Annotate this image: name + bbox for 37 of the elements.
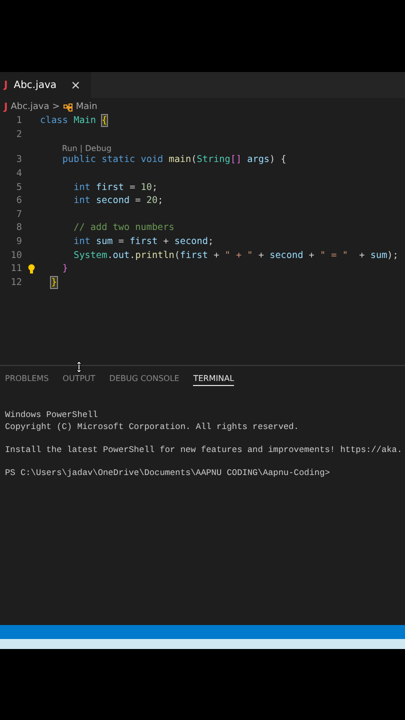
line-number: 8 bbox=[15, 222, 22, 234]
java-file-icon: J bbox=[4, 102, 8, 112]
terminal-line: Windows PowerShell bbox=[5, 410, 98, 420]
code-line: int sum = first + second; bbox=[74, 236, 214, 248]
panel-tab[interactable]: OUTPUT bbox=[62, 372, 96, 386]
line-number: 9 bbox=[15, 236, 22, 248]
terminal-line: PS C:\Users\jadav\OneDrive\Documents\AAPNU CODING\Aapnu-Coding> bbox=[5, 468, 330, 478]
lightbulb-icon[interactable] bbox=[28, 264, 34, 274]
code-line: public static void main(String[] args) { bbox=[62, 154, 286, 166]
code-line: // add two numbers bbox=[74, 222, 174, 234]
breadcrumb-symbol[interactable]: Main bbox=[76, 102, 98, 112]
line-number: 5 bbox=[15, 182, 22, 193]
breadcrumb-separator: > bbox=[52, 102, 60, 112]
line-number: 11 bbox=[10, 263, 22, 274]
line-number: 3 bbox=[15, 154, 22, 166]
code-line: int first = 10; bbox=[74, 182, 158, 193]
line-number: 4 bbox=[15, 168, 22, 180]
panel-tab[interactable]: DEBUG CONSOLE bbox=[109, 372, 180, 386]
breadcrumb-file[interactable]: Abc.java bbox=[10, 102, 50, 112]
code-line: System.out.println(first + " + " + second + " = " + sum); bbox=[74, 250, 398, 261]
code-line: } bbox=[62, 263, 68, 274]
line-number: 2 bbox=[15, 128, 22, 140]
terminal-line: Copyright (C) Microsoft Corporation. All rights reserved. bbox=[5, 422, 299, 432]
code-line: int second = 20; bbox=[74, 195, 164, 206]
resize-cursor-icon bbox=[76, 361, 82, 373]
class-symbol-icon bbox=[62, 102, 73, 112]
line-number: 6 bbox=[15, 195, 22, 206]
line-number: 7 bbox=[15, 208, 22, 220]
codelens-links[interactable]: Run | Debug bbox=[62, 144, 112, 154]
panel-tab[interactable]: TERMINAL bbox=[193, 372, 234, 386]
code-line: class Main { bbox=[40, 115, 108, 126]
terminal-line: Install the latest PowerShell for new features and improvements! https://aka. bbox=[5, 444, 402, 454]
editor-tab[interactable]: J Abc.java × bbox=[0, 72, 91, 98]
line-number: 10 bbox=[10, 250, 22, 261]
panel-tab[interactable]: PROBLEMS bbox=[5, 372, 49, 386]
line-number: 12 bbox=[10, 276, 22, 288]
line-number: 1 bbox=[15, 115, 22, 126]
